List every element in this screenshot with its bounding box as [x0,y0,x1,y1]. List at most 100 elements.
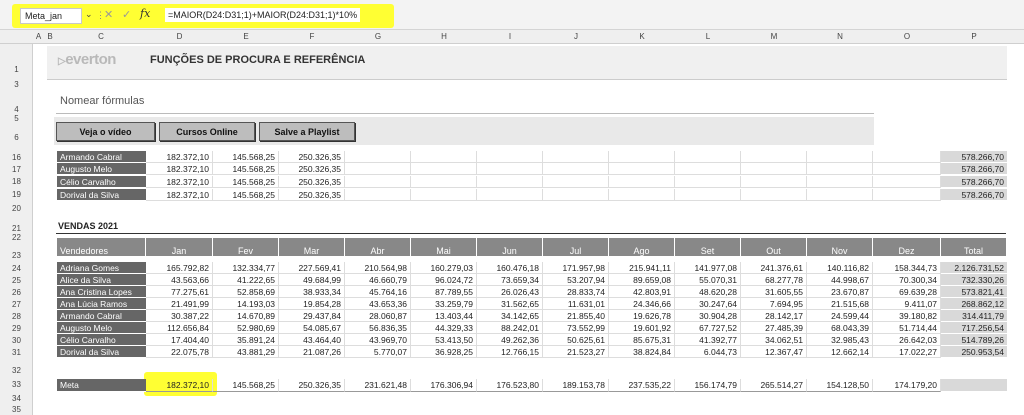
row-header[interactable]: 23 [0,251,33,260]
table-cell[interactable]: 68.277,78 [741,274,807,286]
table-cell[interactable] [675,189,741,201]
table-cell[interactable] [411,176,477,188]
table-cell[interactable]: 49.262,36 [477,334,543,346]
table-cell[interactable]: 41.392,77 [675,334,741,346]
table-cell[interactable]: 48.620,28 [675,286,741,298]
online-courses-button[interactable]: Cursos Online [159,122,255,141]
table-cell[interactable]: 11.631,01 [543,298,609,310]
table-cell[interactable]: 158.344,73 [873,262,941,274]
table-cell[interactable] [543,189,609,201]
table-cell[interactable] [411,189,477,201]
table-cell[interactable] [345,176,411,188]
table-cell[interactable]: 53.413,50 [411,334,477,346]
row-header[interactable]: 27 [0,300,33,309]
table-header-cell[interactable]: Jul [543,238,609,256]
meta-cell[interactable]: 231.621,48 [345,379,411,392]
table-cell[interactable]: 43.881,29 [213,346,279,358]
name-box[interactable]: Meta_jan [20,8,82,24]
table-row-name[interactable]: Dorival da Silva [57,189,146,201]
save-playlist-button[interactable]: Salve a Playlist [259,122,355,141]
table-cell[interactable] [609,151,675,163]
table-cell[interactable]: 19.626,78 [609,310,675,322]
meta-label[interactable]: Meta [57,379,146,392]
table-cell[interactable]: 7.694,95 [741,298,807,310]
table-cell-total[interactable]: 717.256,54 [941,322,1007,334]
column-header[interactable]: E [213,32,279,41]
meta-cell[interactable]: 250.326,35 [279,379,345,392]
table-cell[interactable] [873,163,941,175]
table-cell[interactable]: 145.568,25 [213,189,279,201]
table-cell[interactable]: 69.639,28 [873,286,941,298]
table-cell[interactable] [609,189,675,201]
table-cell[interactable]: 38.933,34 [279,286,345,298]
column-header[interactable]: N [807,32,873,41]
table-cell[interactable]: 171.957,98 [543,262,609,274]
table-cell[interactable] [873,151,941,163]
table-cell[interactable]: 39.180,82 [873,310,941,322]
table-cell[interactable]: 160.279,03 [411,262,477,274]
table-cell[interactable]: 35.891,24 [213,334,279,346]
table-cell[interactable]: 24.599,44 [807,310,873,322]
row-header[interactable]: 17 [0,165,33,174]
table-cell[interactable]: 34.062,51 [741,334,807,346]
table-cell[interactable]: 50.625,61 [543,334,609,346]
table-row-name[interactable]: Armando Cabral [57,151,146,163]
table-cell[interactable]: 22.075,78 [146,346,213,358]
table-row-name[interactable]: Augusto Melo [57,322,146,334]
table-cell[interactable] [873,189,941,201]
table-cell[interactable]: 210.564,98 [345,262,411,274]
table-header-cell[interactable]: Out [741,238,807,256]
column-header[interactable]: M [741,32,807,41]
table-cell[interactable]: 6.044,73 [675,346,741,358]
table-cell[interactable]: 49.684,99 [279,274,345,286]
table-header-cell[interactable]: Mai [411,238,477,256]
table-cell-total[interactable]: 578.266,70 [941,163,1007,175]
row-header[interactable]: 31 [0,348,33,357]
table-cell[interactable] [477,163,543,175]
table-cell[interactable] [477,189,543,201]
table-cell[interactable] [741,189,807,201]
column-header[interactable]: F [279,32,345,41]
table-cell[interactable]: 182.372,10 [146,163,213,175]
table-cell[interactable] [411,151,477,163]
table-cell[interactable]: 45.764,16 [345,286,411,298]
row-header[interactable]: 20 [0,204,33,213]
table-cell[interactable]: 43.464,40 [279,334,345,346]
table-cell[interactable]: 14.670,89 [213,310,279,322]
table-cell[interactable]: 250.326,35 [279,176,345,188]
watch-video-button[interactable]: Veja o vídeo [56,122,155,141]
table-cell[interactable]: 5.770,07 [345,346,411,358]
cancel-icon[interactable]: ✕ [104,8,113,21]
column-header[interactable]: C [56,32,146,41]
table-cell[interactable]: 31.605,55 [741,286,807,298]
column-header[interactable]: K [609,32,675,41]
table-header-cell[interactable]: Jan [146,238,213,256]
table-cell[interactable]: 182.372,10 [146,176,213,188]
column-header[interactable]: P [941,32,1007,41]
row-header[interactable]: 30 [0,336,33,345]
table-cell[interactable]: 9.411,07 [873,298,941,310]
confirm-icon[interactable]: ✓ [122,8,131,21]
table-cell[interactable]: 13.403,44 [411,310,477,322]
table-cell[interactable] [675,163,741,175]
table-cell[interactable] [873,176,941,188]
table-cell[interactable]: 70.300,34 [873,274,941,286]
column-header[interactable]: L [675,32,741,41]
table-cell[interactable]: 215.941,11 [609,262,675,274]
table-cell[interactable]: 33.259,79 [411,298,477,310]
table-cell[interactable]: 21.491,99 [146,298,213,310]
table-row-name[interactable]: Ana Lúcia Ramos [57,298,146,310]
table-cell-total[interactable]: 268.862,12 [941,298,1007,310]
insert-function-icon[interactable]: fx [140,7,150,20]
column-header[interactable]: A [33,32,44,41]
table-cell[interactable]: 140.116,82 [807,262,873,274]
row-header[interactable]: 35 [0,405,33,414]
table-cell[interactable] [807,189,873,201]
table-cell[interactable]: 26.642,03 [873,334,941,346]
meta-cell[interactable]: 237.535,22 [609,379,675,392]
table-row-name[interactable]: Célio Carvalho [57,176,146,188]
table-row-name[interactable]: Célio Carvalho [57,334,146,346]
row-header[interactable]: 32 [0,366,33,375]
table-cell[interactable]: 250.326,35 [279,163,345,175]
table-header-cell[interactable]: Jun [477,238,543,256]
